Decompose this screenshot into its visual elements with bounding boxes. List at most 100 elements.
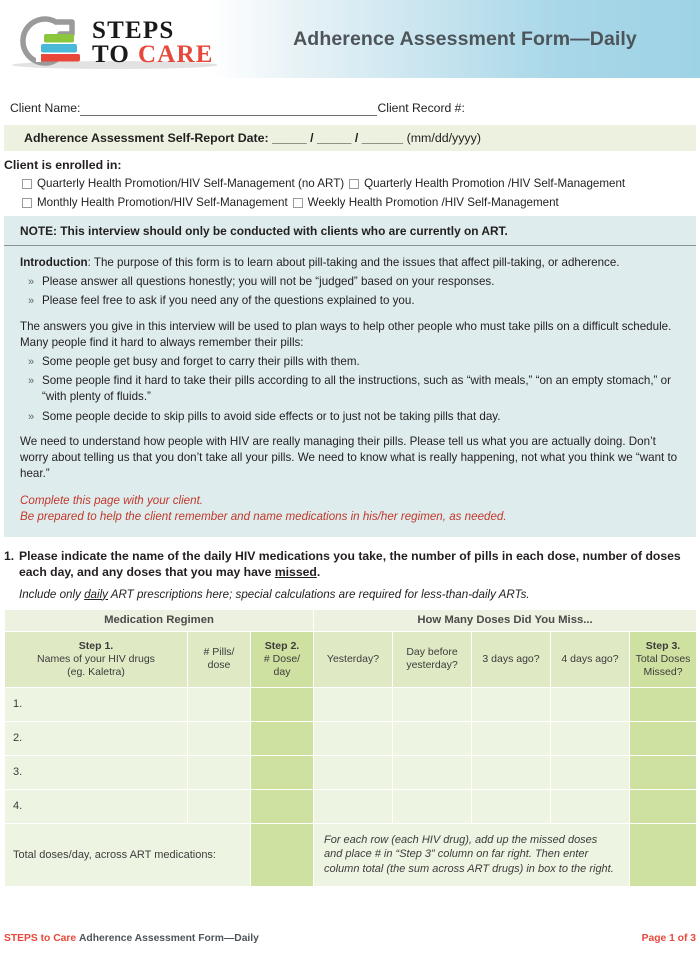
- total-row-instruction: For each row (each HIV drug), add up the…: [314, 823, 629, 886]
- row-4-doses-cell[interactable]: [251, 789, 313, 823]
- logo-graphic: STEPS TO CARE: [12, 16, 218, 69]
- row-3-pills-cell[interactable]: [188, 755, 250, 789]
- question-1-sub-part2: ART prescriptions here; special calculat…: [107, 587, 530, 601]
- column-header-yesterday-line1: Yesterday?: [326, 652, 380, 665]
- row-1-yesterday-cell[interactable]: [314, 687, 392, 721]
- logo-text-steps: STEPS: [92, 17, 174, 44]
- column-header-step1-line2: (eg. Kaletra): [67, 665, 125, 678]
- row-2-index: 2.: [5, 721, 187, 755]
- enrollment-options: Quarterly Health Promotion/HIV Self-Mana…: [0, 177, 700, 209]
- row-2-total-cell[interactable]: [630, 721, 697, 755]
- total-doses-input[interactable]: [251, 823, 313, 886]
- table-total-row: Total doses/day, across ART medications:…: [5, 823, 697, 886]
- total-doses-label: Total doses/day, across ART medications:: [5, 823, 250, 886]
- column-header-step1-line1: Names of your HIV drugs: [37, 652, 155, 665]
- column-header-pills-line2: dose: [207, 659, 231, 672]
- table-band-row: Medication Regimen How Many Doses Did Yo…: [5, 609, 697, 631]
- row-2-doses-cell[interactable]: [251, 721, 313, 755]
- column-header-step3-step: Step 3.: [645, 639, 681, 652]
- question-1-sub-part1: Include only: [19, 587, 85, 601]
- enrollment-label-monthly: Monthly Health Promotion/HIV Self-Manage…: [37, 196, 288, 209]
- row-3-total-cell[interactable]: [630, 755, 697, 789]
- row-2-4-days-cell[interactable]: [551, 721, 629, 755]
- row-3-day-before-cell[interactable]: [393, 755, 471, 789]
- enrollment-label-quarterly-no-art: Quarterly Health Promotion/HIV Self-Mana…: [37, 177, 345, 190]
- table-row: 1.: [5, 687, 697, 721]
- logo-text-care: CARE: [138, 41, 214, 68]
- row-1-3-days-cell[interactable]: [472, 687, 550, 721]
- bullet-glyph-icon: »: [28, 295, 35, 308]
- row-4-4-days-cell[interactable]: [551, 789, 629, 823]
- column-header-4-days-ago: 4 days ago?: [551, 631, 629, 687]
- row-4-pills-cell[interactable]: [188, 789, 250, 823]
- bullet-glyph-icon: »: [28, 276, 35, 289]
- intro-bullet-2-2: » Some people find it hard to take their…: [28, 373, 680, 405]
- row-1-total-cell[interactable]: [630, 687, 697, 721]
- date-month-input[interactable]: _____: [272, 131, 306, 145]
- table-row: 4.: [5, 789, 697, 823]
- introduction-lead: Introduction: The purpose of this form i…: [20, 255, 680, 271]
- enrollment-row-1: Quarterly Health Promotion/HIV Self-Mana…: [22, 177, 700, 190]
- date-year-input[interactable]: ______: [362, 131, 403, 145]
- row-2-yesterday-cell[interactable]: [314, 721, 392, 755]
- intro-bullet-1-2-text: Please feel free to ask if you need any …: [42, 294, 415, 308]
- row-2-day-before-cell[interactable]: [393, 721, 471, 755]
- checkbox-weekly[interactable]: [292, 197, 303, 208]
- introduction-paragraph-3: We need to understand how people with HI…: [20, 434, 678, 481]
- intro-bullet-1-2: » Please feel free to ask if you need an…: [28, 293, 680, 309]
- question-1-sub-underlined: daily: [84, 587, 108, 601]
- row-1-4-days-cell[interactable]: [551, 687, 629, 721]
- client-name-input[interactable]: [80, 101, 378, 116]
- table-header-row: Step 1. Names of your HIV drugs (eg. Kal…: [5, 631, 697, 687]
- date-day-input[interactable]: _____: [317, 131, 351, 145]
- column-header-step1-step: Step 1.: [78, 639, 114, 652]
- table-row: 2.: [5, 721, 697, 755]
- row-3-doses-cell[interactable]: [251, 755, 313, 789]
- intro-bullet-2-1: » Some people get busy and forget to car…: [28, 354, 680, 370]
- row-4-3-days-cell[interactable]: [472, 789, 550, 823]
- row-1-day-before-cell[interactable]: [393, 687, 471, 721]
- row-3-3-days-cell[interactable]: [472, 755, 550, 789]
- row-2-pills-cell[interactable]: [188, 721, 250, 755]
- enrollment-label-weekly: Weekly Health Promotion /HIV Self-Manage…: [307, 196, 559, 209]
- row-4-total-cell[interactable]: [630, 789, 697, 823]
- row-1-doses-cell[interactable]: [251, 687, 313, 721]
- row-3-yesterday-cell[interactable]: [314, 755, 392, 789]
- question-1-subtext: Include only daily ART prescriptions her…: [19, 588, 696, 601]
- note-banner: NOTE: This interview should only be cond…: [4, 216, 696, 246]
- client-identification-row: Client Name: Client Record #:: [10, 101, 690, 116]
- column-header-step3-line2: Missed?: [643, 665, 683, 678]
- page-header: STEPS TO CARE Adherence Assessment Form—…: [0, 0, 700, 78]
- row-4-yesterday-cell[interactable]: [314, 789, 392, 823]
- question-1-text: Please indicate the name of the daily HI…: [19, 548, 696, 581]
- clinician-instruction-line-2: Be prepared to help the client remember …: [20, 510, 507, 524]
- question-1-number: 1.: [4, 548, 15, 563]
- date-separator-2: /: [354, 131, 359, 145]
- band-medication-regimen: Medication Regimen: [5, 609, 313, 631]
- row-1-pills-cell[interactable]: [188, 687, 250, 721]
- column-header-daybefore-line2: yesterday?: [406, 659, 458, 672]
- footer-page-number: Page 1 of 3: [641, 933, 696, 944]
- date-format-hint: (mm/dd/yyyy): [406, 131, 481, 145]
- enrollment-row-2: Monthly Health Promotion/HIV Self-Manage…: [22, 196, 700, 209]
- row-2-3-days-cell[interactable]: [472, 721, 550, 755]
- intro-bullet-2-1-text: Some people get busy and forget to carry…: [42, 355, 360, 369]
- clinician-instruction-note: Complete this page with your client. Be …: [20, 493, 680, 524]
- total-missed-input[interactable]: [630, 823, 697, 886]
- checkbox-quarterly-no-art[interactable]: [22, 178, 32, 189]
- client-record-label: Client Record #:: [377, 101, 465, 115]
- bullet-glyph-icon: »: [28, 375, 35, 388]
- question-1-text-part1: Please indicate the name of the daily HI…: [19, 548, 681, 580]
- column-header-step1: Step 1. Names of your HIV drugs (eg. Kal…: [5, 631, 187, 687]
- checkbox-monthly[interactable]: [22, 197, 32, 208]
- checkbox-quarterly[interactable]: [349, 178, 360, 189]
- bullet-glyph-icon: »: [28, 356, 35, 369]
- bullet-glyph-icon: »: [28, 410, 35, 423]
- row-3-4-days-cell[interactable]: [551, 755, 629, 789]
- client-name-label: Client Name:: [10, 101, 81, 115]
- intro-bullet-2-2-text: Some people find it hard to take their p…: [42, 374, 671, 404]
- row-4-day-before-cell[interactable]: [393, 789, 471, 823]
- page-title: Adherence Assessment Form—Daily: [293, 27, 637, 50]
- introduction-paragraph-2: The answers you give in this interview w…: [20, 319, 672, 349]
- intro-bullet-2-3: » Some people decide to skip pills to av…: [28, 409, 680, 425]
